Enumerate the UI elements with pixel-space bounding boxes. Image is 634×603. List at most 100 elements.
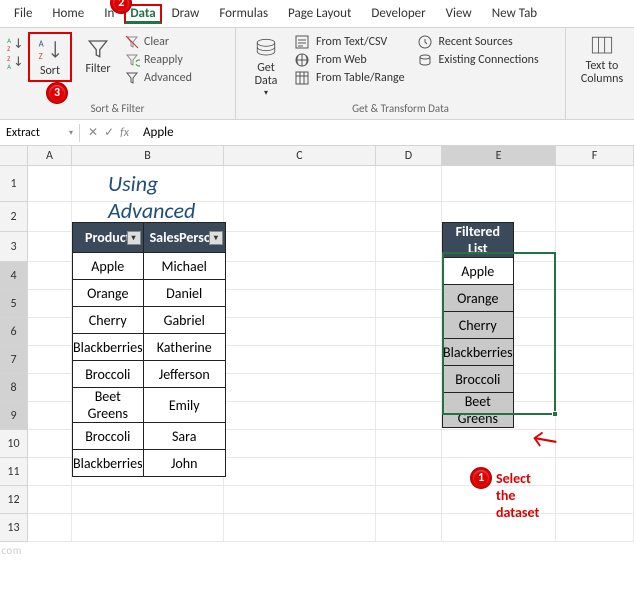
- cell[interactable]: [224, 290, 376, 318]
- row-header[interactable]: 9: [0, 402, 28, 430]
- cell-filtered[interactable]: Cherry: [443, 312, 514, 339]
- cell[interactable]: [28, 514, 72, 542]
- cell[interactable]: [376, 514, 442, 542]
- cell-product[interactable]: Orange: [73, 280, 144, 307]
- col-header-d[interactable]: D: [376, 146, 442, 166]
- cell[interactable]: [28, 232, 72, 262]
- cell[interactable]: [224, 514, 376, 542]
- cell[interactable]: [224, 458, 376, 486]
- cell[interactable]: [556, 402, 634, 430]
- cell-product[interactable]: Apple: [73, 253, 144, 280]
- cell[interactable]: [376, 430, 442, 458]
- existing-connections[interactable]: Existing Connections: [417, 52, 539, 68]
- cell[interactable]: [72, 514, 224, 542]
- cell[interactable]: [28, 166, 72, 202]
- table-row[interactable]: BlackberriesKatherine: [73, 334, 226, 361]
- clear-filter[interactable]: Clear: [124, 34, 192, 50]
- cell-filtered[interactable]: Blackberries: [443, 339, 514, 366]
- cell[interactable]: [224, 202, 376, 232]
- formula-bar[interactable]: Apple: [137, 123, 634, 142]
- accept-formula-icon[interactable]: ✓: [104, 125, 114, 140]
- header-product[interactable]: Product▾: [73, 223, 144, 253]
- cell[interactable]: [376, 318, 442, 346]
- cell-salesperson[interactable]: Katherine: [143, 334, 225, 361]
- cell[interactable]: [556, 202, 634, 232]
- cell-salesperson[interactable]: Jefferson: [143, 361, 225, 388]
- cell-product[interactable]: Broccoli: [73, 423, 144, 450]
- row-header[interactable]: 6: [0, 318, 28, 346]
- table-row[interactable]: AppleMichael: [73, 253, 226, 280]
- cell[interactable]: [224, 262, 376, 290]
- from-web[interactable]: From Web: [294, 52, 405, 68]
- filter-dropdown-icon[interactable]: ▾: [209, 231, 223, 245]
- cell[interactable]: [376, 346, 442, 374]
- cell[interactable]: [28, 430, 72, 458]
- cell[interactable]: [224, 486, 376, 514]
- cell[interactable]: [556, 486, 634, 514]
- cell[interactable]: [224, 232, 376, 262]
- cancel-formula-icon[interactable]: ✕: [88, 125, 98, 140]
- col-header-c[interactable]: C: [224, 146, 376, 166]
- table-row[interactable]: Beet GreensEmily: [73, 388, 226, 423]
- cell[interactable]: [376, 374, 442, 402]
- table-row[interactable]: Apple: [443, 258, 514, 285]
- table-row[interactable]: CherryGabriel: [73, 307, 226, 334]
- cell[interactable]: [556, 430, 634, 458]
- name-box[interactable]: Extract ▾: [0, 124, 80, 142]
- row-header[interactable]: 1: [0, 166, 28, 202]
- cell[interactable]: [224, 318, 376, 346]
- cell[interactable]: [28, 262, 72, 290]
- tab-view[interactable]: View: [436, 2, 482, 25]
- cell-product[interactable]: Broccoli: [73, 361, 144, 388]
- cell-filtered[interactable]: Beet Greens: [443, 393, 514, 428]
- cell[interactable]: [376, 458, 442, 486]
- tab-home[interactable]: Home: [42, 2, 94, 25]
- row-header[interactable]: 2: [0, 202, 28, 232]
- cell[interactable]: [442, 166, 556, 202]
- cell[interactable]: [376, 202, 442, 232]
- col-header-e[interactable]: E: [442, 146, 556, 166]
- row-header[interactable]: 11: [0, 458, 28, 486]
- cell[interactable]: [224, 402, 376, 430]
- table-row[interactable]: OrangeDaniel: [73, 280, 226, 307]
- cell[interactable]: [556, 262, 634, 290]
- table-row[interactable]: BroccoliSara: [73, 423, 226, 450]
- cell[interactable]: [224, 346, 376, 374]
- row-header[interactable]: 7: [0, 346, 28, 374]
- cell[interactable]: [28, 318, 72, 346]
- row-header[interactable]: 3: [0, 232, 28, 262]
- row-header[interactable]: 12: [0, 486, 28, 514]
- cell-product[interactable]: Beet Greens: [73, 388, 144, 423]
- cell[interactable]: [376, 166, 442, 202]
- table-row[interactable]: Beet Greens: [443, 393, 514, 428]
- col-header-b[interactable]: B: [72, 146, 224, 166]
- cell[interactable]: [28, 202, 72, 232]
- cell[interactable]: [556, 374, 634, 402]
- table-row[interactable]: Orange: [443, 285, 514, 312]
- cell-product[interactable]: Cherry: [73, 307, 144, 334]
- cell[interactable]: [376, 232, 442, 262]
- cell[interactable]: [376, 290, 442, 318]
- cell[interactable]: [376, 262, 442, 290]
- cell[interactable]: [556, 232, 634, 262]
- cell-salesperson[interactable]: Emily: [143, 388, 225, 423]
- sort-asc-icon[interactable]: AZ: [6, 36, 24, 52]
- tab-page-layout[interactable]: Page Layout: [278, 2, 361, 25]
- cell-salesperson[interactable]: Michael: [143, 253, 225, 280]
- cell[interactable]: [556, 318, 634, 346]
- sort-button[interactable]: AZ Sort: [28, 32, 72, 82]
- cell[interactable]: [224, 430, 376, 458]
- recent-sources[interactable]: Recent Sources: [417, 34, 539, 50]
- cell[interactable]: [28, 486, 72, 514]
- cell-salesperson[interactable]: Gabriel: [143, 307, 225, 334]
- from-text-csv[interactable]: From Text/CSV: [294, 34, 405, 50]
- cell-filtered[interactable]: Broccoli: [443, 366, 514, 393]
- tab-draw[interactable]: Draw: [162, 2, 210, 25]
- cell-salesperson[interactable]: John: [143, 450, 225, 477]
- tab-file[interactable]: File: [4, 2, 42, 25]
- advanced-filter[interactable]: Advanced: [124, 70, 192, 86]
- cell[interactable]: [28, 458, 72, 486]
- row-header[interactable]: 4: [0, 262, 28, 290]
- row-header[interactable]: 8: [0, 374, 28, 402]
- cell[interactable]: [376, 402, 442, 430]
